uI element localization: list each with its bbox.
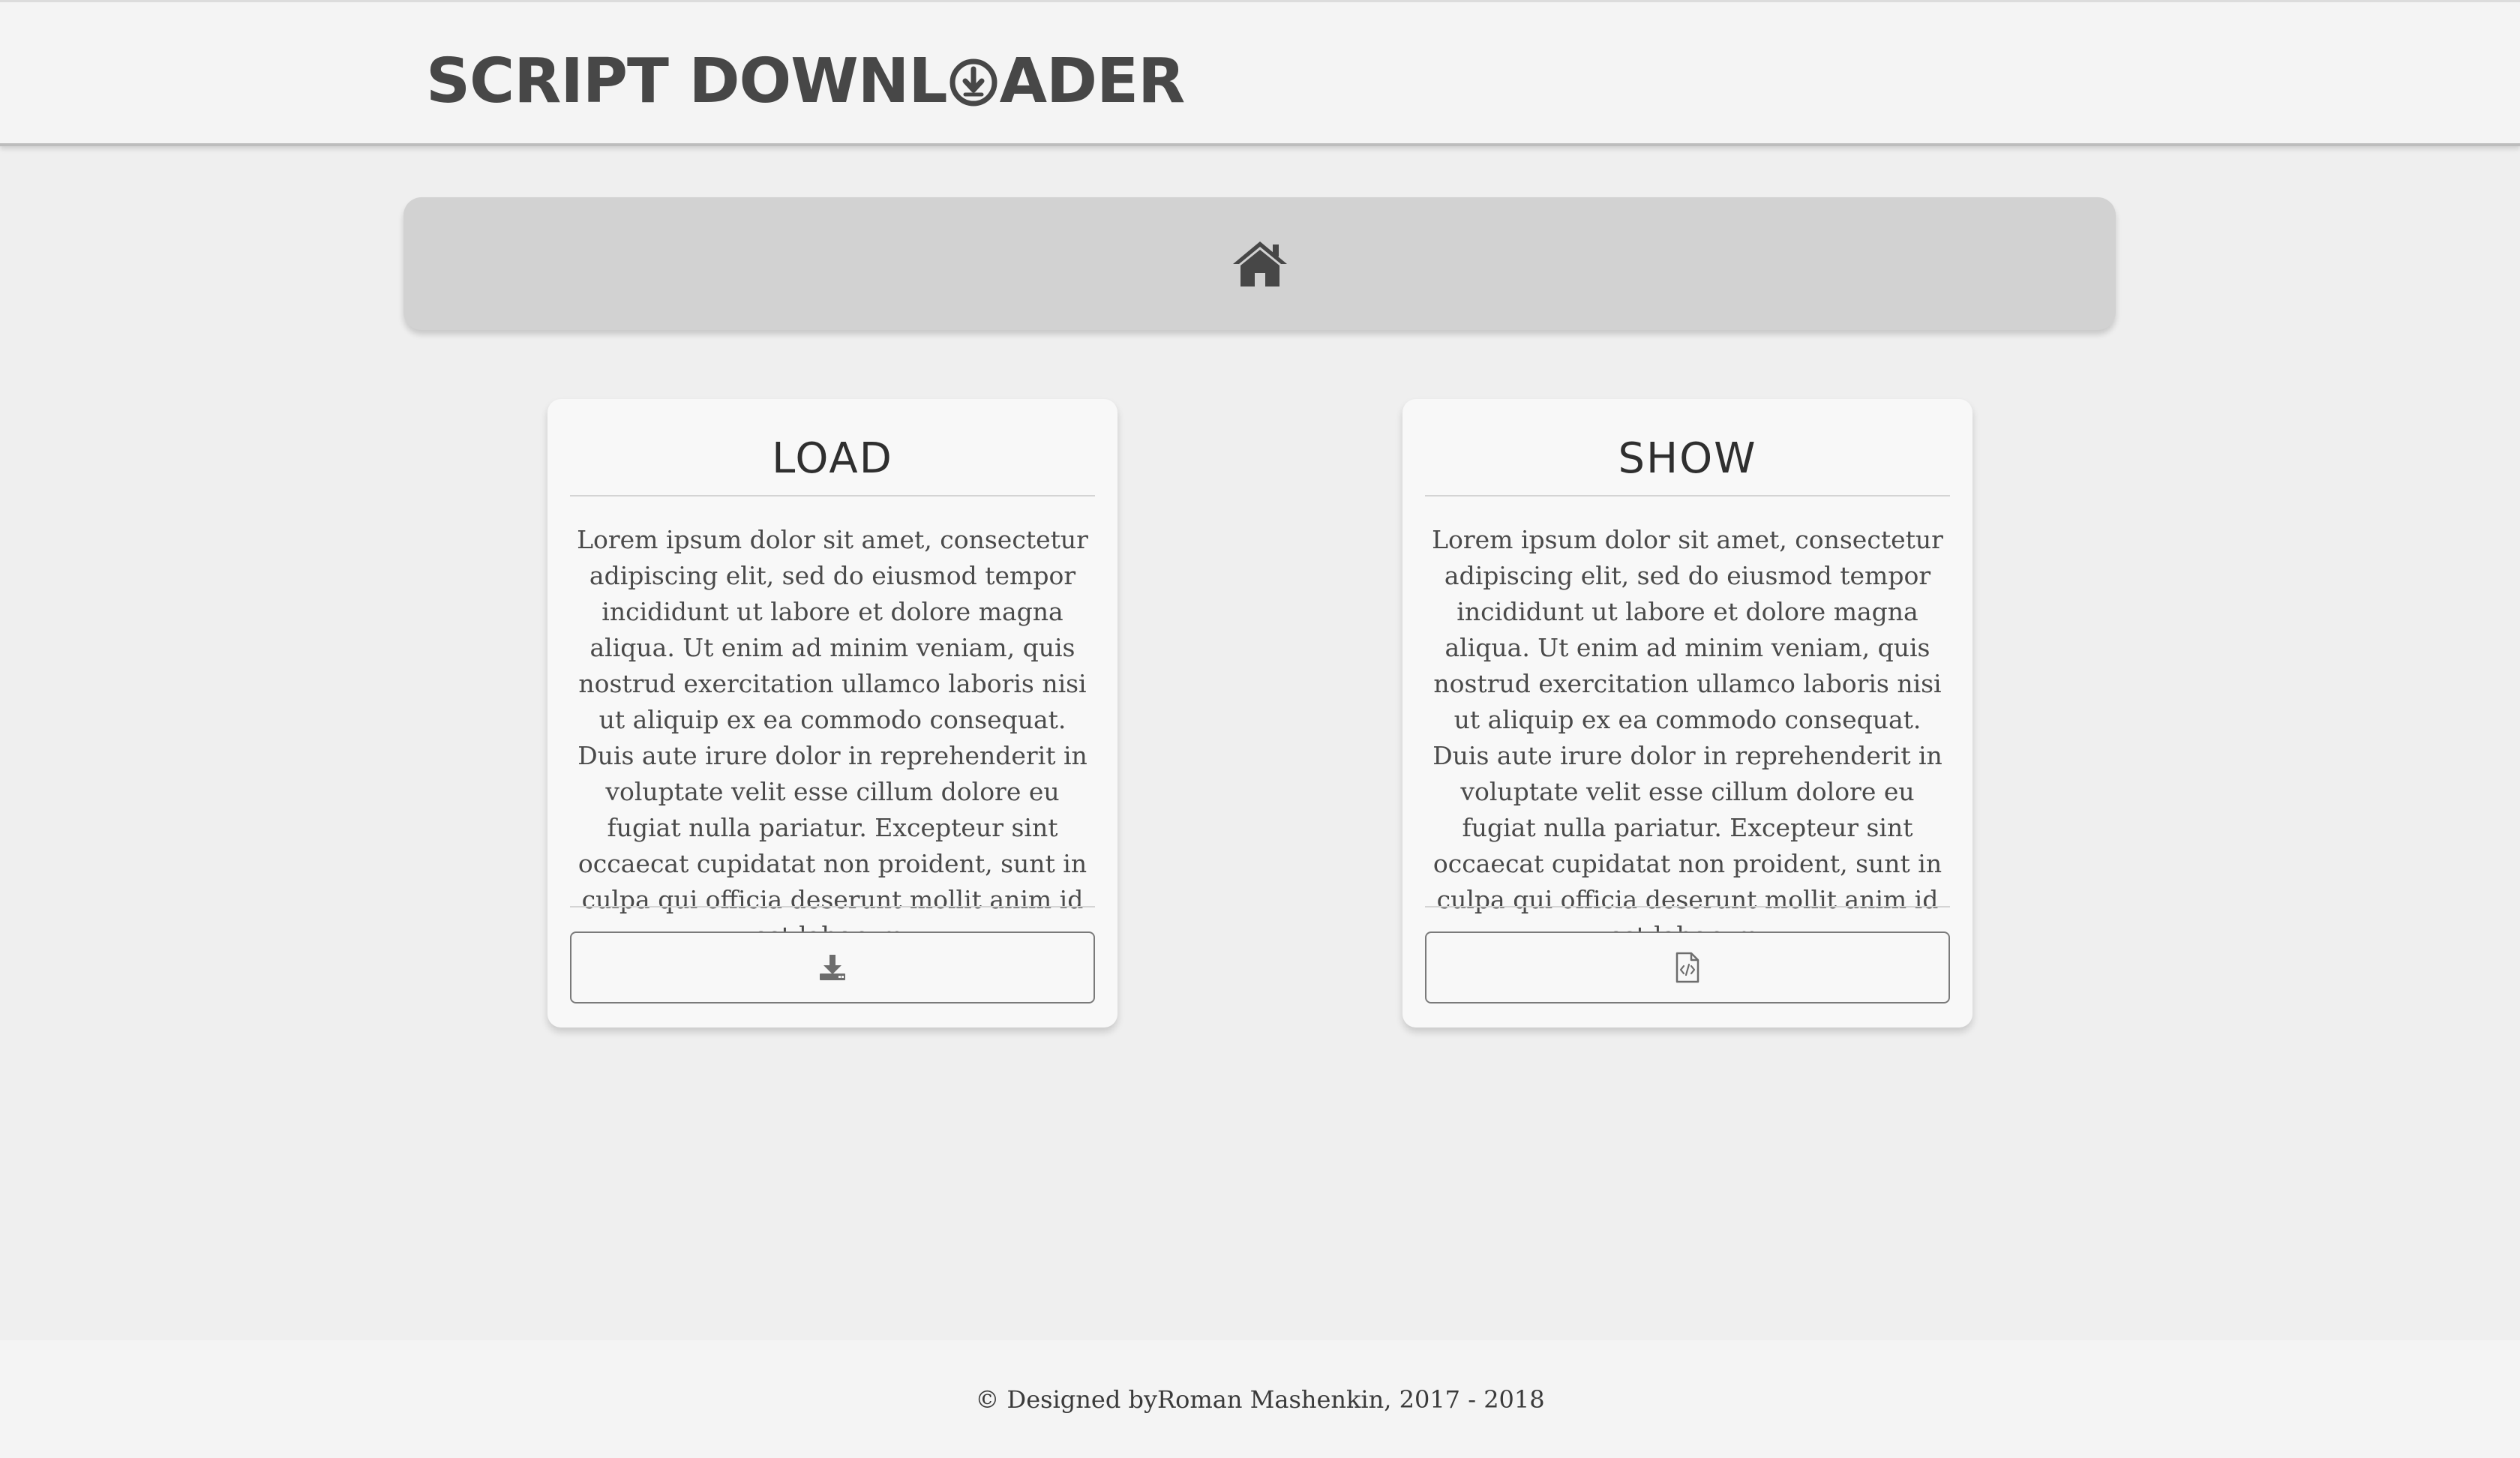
nav-bar: [404, 197, 2116, 330]
show-card: SHOW Lorem ipsum dolor sit amet, consect…: [1402, 399, 1972, 1028]
card-divider: [1425, 495, 1950, 496]
logo-text-suffix: ADER: [999, 45, 1186, 117]
show-button[interactable]: [1425, 932, 1950, 1004]
footer-prefix: © Designed by: [975, 1384, 1158, 1414]
logo-text-prefix: SCRIPT DOWNL: [426, 45, 948, 117]
card-title: LOAD: [772, 434, 893, 483]
site-footer: © Designed by Roman Mashenkin, 2017 - 20…: [0, 1340, 2520, 1458]
home-icon: [1232, 241, 1287, 286]
card-divider: [570, 906, 1095, 908]
author-link[interactable]: Roman Mashenkin: [1157, 1385, 1384, 1414]
card-divider: [1425, 906, 1950, 908]
site-logo[interactable]: SCRIPT DOWNL ADER: [426, 40, 1186, 122]
footer-suffix: , 2017 - 2018: [1384, 1384, 1545, 1414]
card-title: SHOW: [1618, 434, 1757, 483]
download-circle-icon: [949, 58, 998, 107]
site-header: SCRIPT DOWNL ADER: [0, 0, 2520, 146]
download-tray-icon: [820, 955, 845, 980]
card-description: Lorem ipsum dolor sit amet, consectetur …: [1432, 525, 1943, 950]
card-divider: [570, 495, 1095, 496]
home-button[interactable]: [1215, 219, 1305, 309]
load-card: LOAD Lorem ipsum dolor sit amet, consect…: [548, 399, 1118, 1028]
load-button[interactable]: [570, 932, 1095, 1004]
file-code-icon: [1676, 952, 1700, 983]
card-description: Lorem ipsum dolor sit amet, consectetur …: [577, 525, 1088, 950]
